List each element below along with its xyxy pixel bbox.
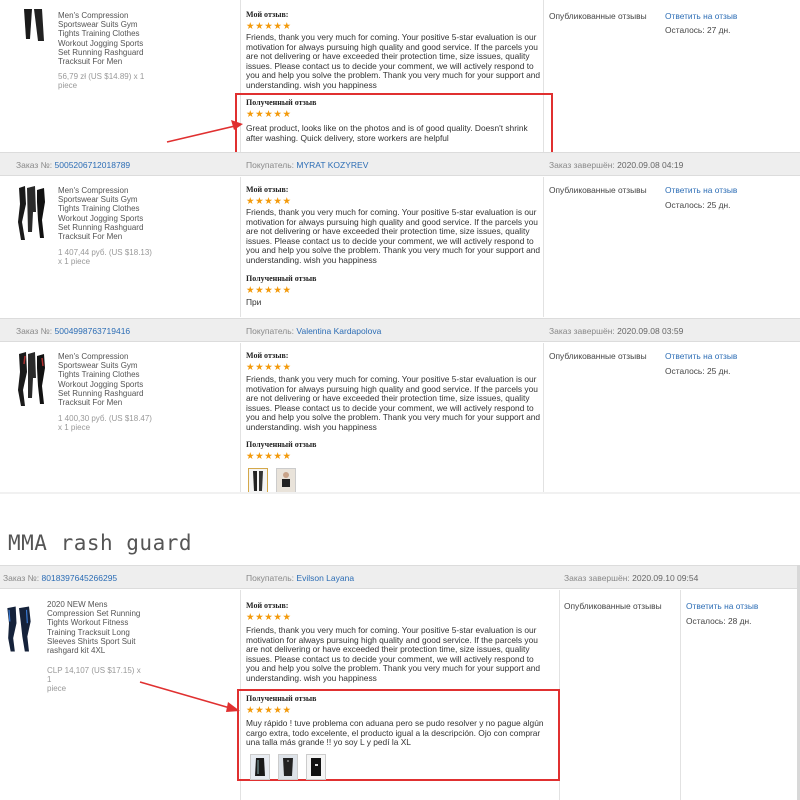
order-label: Заказ №: <box>16 326 53 336</box>
buyer-review-text: При <box>246 297 262 307</box>
days-remaining: Осталось: 28 дн. <box>686 616 752 626</box>
completed-label: Заказ завершён: <box>549 160 615 170</box>
buyer-label: Покупатель: <box>246 326 295 336</box>
completed-value: 2020.09.08 03:59 <box>617 326 684 336</box>
price-line: 1 400,30 руб. (US $18.47) <box>58 414 152 423</box>
quantity-line: x 1 piece <box>58 257 91 267</box>
rating-stars: ★★★★★ <box>246 451 292 462</box>
reply-link[interactable]: Ответить на отзыв <box>665 351 737 361</box>
product-title[interactable]: Men's Compression Sportswear Suits Gym T… <box>58 11 154 66</box>
my-review-label: Мой отзыв: <box>246 601 289 610</box>
product-thumbnail[interactable] <box>16 350 46 408</box>
buyer-link[interactable]: Evilson Layana <box>296 573 354 583</box>
completed-date: Заказ завершён: 2020.09.08 04:19 <box>549 160 683 170</box>
section-divider <box>0 492 800 494</box>
product-thumbnail[interactable] <box>4 600 34 658</box>
completed-date: Заказ завершён: 2020.09.08 03:59 <box>549 326 683 336</box>
review-photo[interactable] <box>250 754 270 780</box>
rating-stars: ★★★★★ <box>246 109 292 120</box>
reply-link[interactable]: Ответить на отзыв <box>686 601 758 611</box>
review-status: Опубликованные отзывы <box>564 601 662 611</box>
buyer: Покупатель: Valentina Kardapolova <box>246 326 381 336</box>
order-link[interactable]: 8018397645266295 <box>42 573 118 583</box>
order-label: Заказ №: <box>16 160 53 170</box>
review-status: Опубликованные отзывы <box>549 11 647 21</box>
order-number: Заказ №: 5004998763719416 <box>16 326 130 336</box>
reply-link[interactable]: Ответить на отзыв <box>665 11 737 21</box>
product-price: CLP 14,107 (US $17.15) x 1 piece <box>47 666 147 694</box>
received-review-label: Полученный отзыв <box>246 694 317 703</box>
rating-stars: ★★★★★ <box>246 21 292 32</box>
review-photo[interactable] <box>276 468 296 494</box>
column-divider <box>680 590 681 800</box>
received-review-label: Полученный отзыв <box>246 274 317 283</box>
arrow-annotation <box>139 681 240 712</box>
seller-review-text: Friends, thank you very much for coming.… <box>246 374 541 432</box>
buyer-label: Покупатель: <box>246 160 295 170</box>
order-link[interactable]: 5004998763719416 <box>55 326 131 336</box>
column-divider <box>240 343 241 493</box>
product-title[interactable]: Men's Compression Sportswear Suits Gym T… <box>58 186 154 241</box>
order-header: Заказ №: 8018397645266295 Покупатель: Ev… <box>0 565 800 589</box>
product-title[interactable]: Men's Compression Sportswear Suits Gym T… <box>58 352 154 407</box>
rating-stars: ★★★★★ <box>246 612 292 623</box>
product-thumbnail[interactable] <box>18 0 48 58</box>
days-remaining: Осталось: 25 дн. <box>665 366 731 376</box>
rating-stars: ★★★★★ <box>246 285 292 296</box>
buyer-review-text: Great product, looks like on the photos … <box>246 123 528 143</box>
buyer: Покупатель: MYRAT KOZYREV <box>246 160 368 170</box>
product-price: 1 407,44 руб. (US $18.13) x 1 piece <box>58 248 154 266</box>
rating-stars: ★★★★★ <box>246 196 292 207</box>
rating-stars: ★★★★★ <box>246 362 292 373</box>
my-review-label: Мой отзыв: <box>246 10 289 19</box>
price-line: 56,79 zł (US $14.89) x 1 <box>58 72 145 81</box>
product-title[interactable]: 2020 NEW Mens Compression Set Running Ti… <box>47 600 147 655</box>
quantity-line: piece <box>58 81 78 91</box>
buyer-label: Покупатель: <box>246 573 295 583</box>
seller-review-text: Friends, thank you very much for coming.… <box>246 625 541 683</box>
buyer-link[interactable]: Valentina Kardapolova <box>296 326 381 336</box>
review-photo[interactable] <box>278 754 298 780</box>
product-price: 56,79 zł (US $14.89) x 1 piece <box>58 72 154 90</box>
product-price: 1 400,30 руб. (US $18.47) x 1 piece <box>58 414 154 432</box>
price-line: CLP 14,107 (US $17.15) x 1 <box>47 666 141 685</box>
my-review-label: Мой отзыв: <box>246 185 289 194</box>
completed-label: Заказ завершён: <box>549 326 615 336</box>
order-header: Заказ №: 5004998763719416 Покупатель: Va… <box>0 318 800 342</box>
order-header: Заказ №: 5005206712018789 Покупатель: MY… <box>0 152 800 176</box>
completed-label: Заказ завершён: <box>564 573 630 583</box>
column-divider <box>240 177 241 317</box>
caption-heading: MMA rash guard <box>8 531 193 555</box>
my-review-label: Мой отзыв: <box>246 351 289 360</box>
completed-value: 2020.09.08 04:19 <box>617 160 684 170</box>
received-review-label: Полученный отзыв <box>246 440 317 449</box>
order-label: Заказ №: <box>3 573 40 583</box>
order-link[interactable]: 5005206712018789 <box>55 160 131 170</box>
buyer: Покупатель: Evilson Layana <box>246 573 354 583</box>
seller-review-text: Friends, thank you very much for coming.… <box>246 207 541 265</box>
reply-link[interactable]: Ответить на отзыв <box>665 185 737 195</box>
order-number: Заказ №: 5005206712018789 <box>16 160 130 170</box>
received-review-label: Полученный отзыв <box>246 98 317 107</box>
days-remaining: Осталось: 25 дн. <box>665 200 731 210</box>
product-thumbnail[interactable] <box>16 184 46 242</box>
quantity-line: piece <box>47 684 67 694</box>
review-photo[interactable] <box>306 754 326 780</box>
seller-review-text: Friends, thank you very much for coming.… <box>246 32 541 90</box>
buyer-review-text: Muy rápido ! tuve problema con aduana pe… <box>246 718 544 748</box>
review-photo[interactable] <box>248 468 268 494</box>
buyer-link[interactable]: MYRAT KOZYREV <box>296 160 368 170</box>
rating-stars: ★★★★★ <box>246 705 292 716</box>
quantity-line: x 1 piece <box>58 423 91 433</box>
review-status: Опубликованные отзывы <box>549 185 647 195</box>
price-line: 1 407,44 руб. (US $18.13) <box>58 248 152 257</box>
completed-date: Заказ завершён: 2020.09.10 09:54 <box>564 573 698 583</box>
review-status: Опубликованные отзывы <box>549 351 647 361</box>
completed-value: 2020.09.10 09:54 <box>632 573 699 583</box>
order-number: Заказ №: 8018397645266295 <box>3 573 117 583</box>
arrow-annotation <box>166 120 243 143</box>
days-remaining: Осталось: 27 дн. <box>665 25 731 35</box>
